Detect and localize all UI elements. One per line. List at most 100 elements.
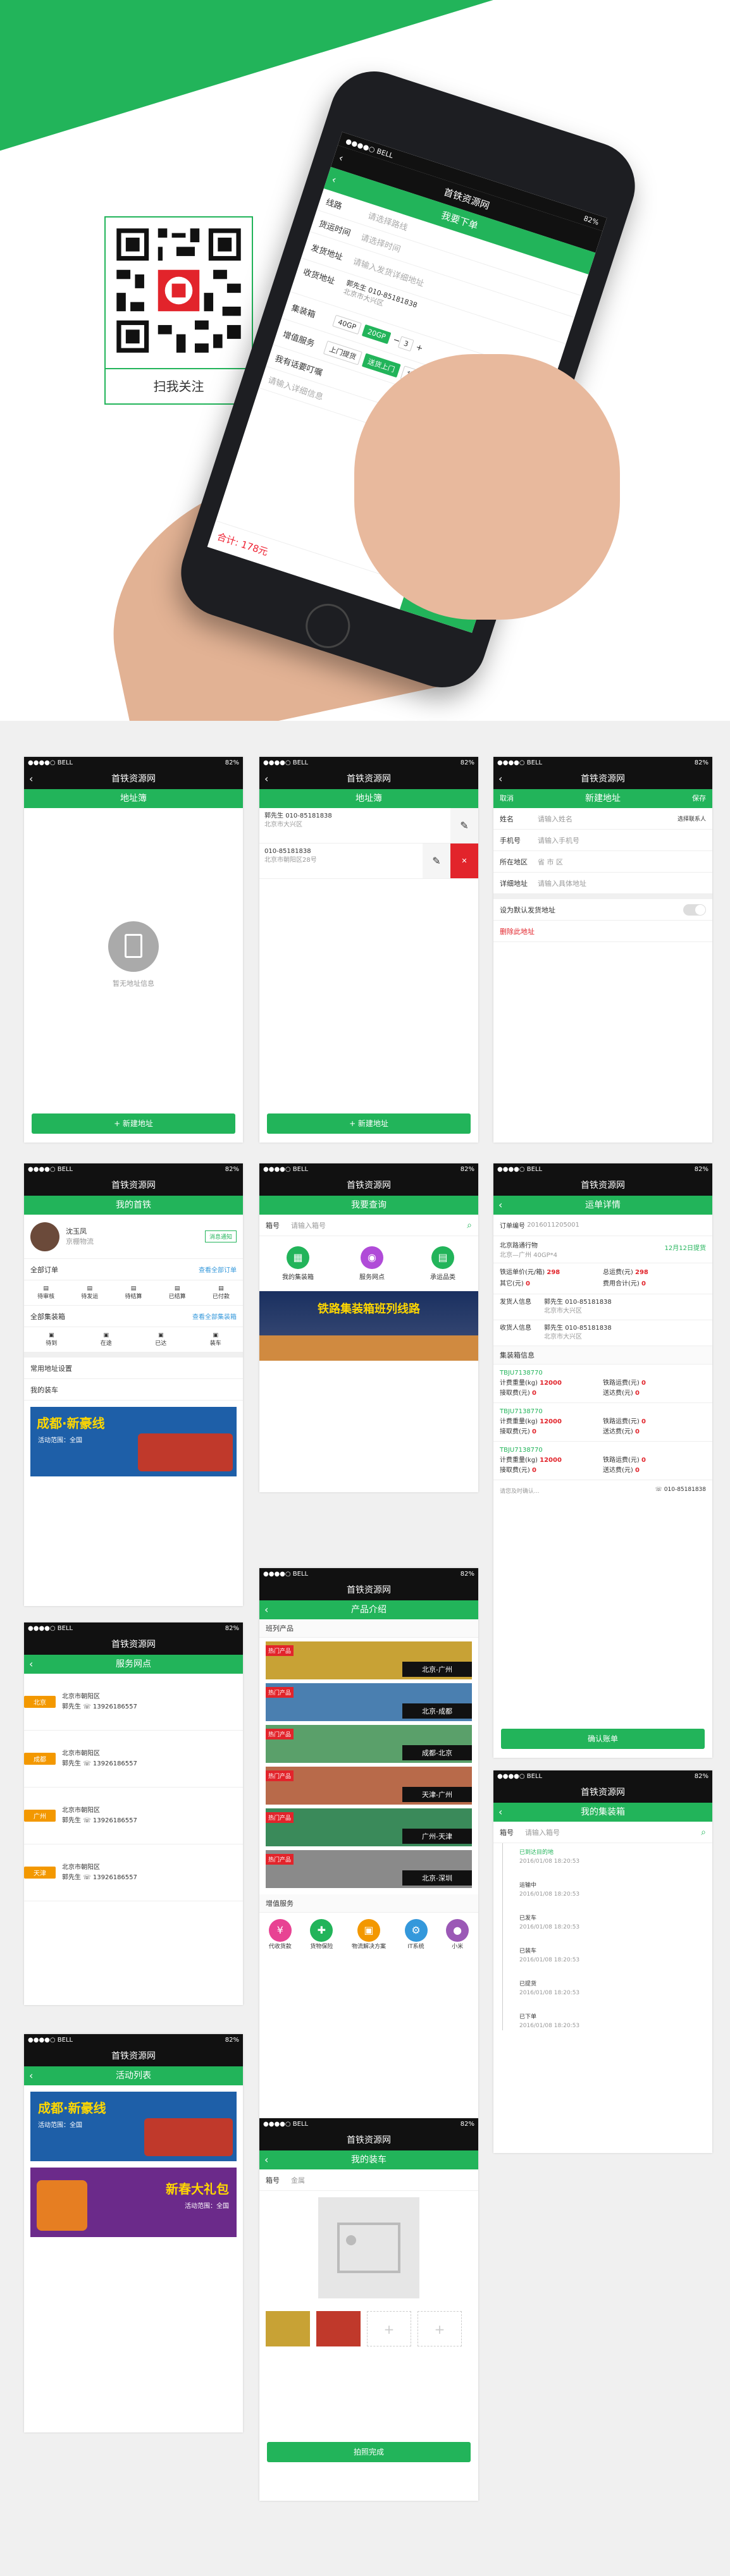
back-icon[interactable]: ‹ [29,769,33,789]
default-toggle-row: 设为默认发货地址 [493,899,712,921]
order-tab[interactable]: ▤ 待结算 [125,1285,142,1300]
my-box-tile[interactable]: ▦ 我的集装箱 [282,1246,314,1281]
menu-address[interactable]: 常用地址设置 [24,1358,243,1379]
all-boxes-link[interactable]: 查看全部集装箱 [192,1311,237,1321]
box-tab[interactable]: ▣ 待到 [46,1332,57,1347]
contact-picker[interactable]: 选择联系人 [677,814,706,823]
product-card[interactable]: 热门产品 成都-北京 [266,1725,472,1763]
back-icon[interactable]: ‹ [336,147,347,169]
new-address-button[interactable]: + 新建地址 [267,1113,471,1134]
box-no-input[interactable]: 箱号 金属 [259,2169,478,2191]
back-icon[interactable]: ‹ [29,1655,33,1674]
search-input[interactable]: 箱号 请输入箱号 ⌕ [493,1822,712,1843]
search-icon[interactable]: ⌕ [467,1220,472,1230]
phone-icon[interactable]: ☏ [83,1874,91,1881]
box-detail: TBJU7138770 计费重量(kg) 12000 铁路运费(元) 0 接取费… [493,1442,712,1480]
service-point-item[interactable]: 广州 北京市朝阳区 郭先生 ☏ 13926186557 [24,1788,243,1844]
qty-value[interactable]: 3 [398,336,414,352]
back-icon[interactable]: ‹ [498,1196,502,1215]
gift-icon [37,2180,87,2231]
service-tile[interactable]: ● 小米 [446,1919,469,1950]
service-tile[interactable]: ¥ 代收货款 [268,1919,292,1950]
route-banner[interactable]: 铁路集装箱班列线路 [259,1291,478,1361]
phone-field[interactable]: 手机号 请输入手机号 [493,830,712,851]
all-orders-link[interactable]: 查看全部订单 [199,1265,237,1274]
order-tab[interactable]: ▤ 已结算 [169,1285,186,1300]
service-option[interactable]: 上门提货 [323,340,363,365]
photo-done-button[interactable]: 拍照完成 [267,2442,471,2462]
confirm-bill-button[interactable]: 确认账单 [501,1729,705,1749]
promo-banner[interactable]: 成都·新豪线 活动范围：全国 [30,1407,237,1476]
photo-thumb[interactable] [266,2311,310,2346]
order-tab[interactable]: ▤ 待发运 [81,1285,98,1300]
box-option[interactable]: 40GP [332,314,362,335]
default-toggle[interactable] [683,904,706,916]
phone-icon[interactable]: ☏ [83,1703,91,1710]
product-card[interactable]: 热门产品 广州-天津 [266,1808,472,1846]
box-tab[interactable]: ▣ 在途 [101,1332,112,1347]
address-item[interactable]: 010-85181838 北京市朝阳区28号 ✎ ✕ [259,843,478,879]
phone-icon[interactable]: ☏ [83,1817,91,1824]
delete-icon[interactable]: ✕ [450,843,478,878]
edit-icon[interactable]: ✎ [423,843,450,878]
cancel-button[interactable]: 取消 [500,789,514,808]
search-icon[interactable]: ⌕ [701,1827,706,1837]
phone-icon[interactable]: ☏ [83,1760,91,1767]
product-card[interactable]: 热门产品 北京-成都 [266,1683,472,1721]
detail-field[interactable]: 详细地址 请输入具体地址 [493,873,712,894]
search-input[interactable]: 箱号 请输入箱号 ⌕ [259,1215,478,1236]
service-point-item[interactable]: 北京 北京市朝阳区 郭先生 ☏ 13926186557 [24,1674,243,1731]
product-card[interactable]: 热门产品 北京-广州 [266,1641,472,1679]
add-photo-icon[interactable]: + [367,2311,411,2346]
back-icon[interactable]: ‹ [264,1600,268,1619]
service-point-item[interactable]: 天津 北京市朝阳区 郭先生 ☏ 13926186557 [24,1844,243,1901]
status-bar: ●●●●○ BELL 82% [259,1163,478,1175]
page-header: 地址簿 [259,789,478,808]
box-tab[interactable]: ▣ 已达 [155,1332,166,1347]
edit-icon[interactable]: ✎ [450,808,478,843]
save-button[interactable]: 保存 [692,789,706,808]
service-point-tile[interactable]: ◉ 服务网点 [359,1246,385,1281]
notify-badge[interactable]: 消息通知 [204,1230,237,1242]
phone-icon[interactable]: ☏ 010-85181838 [655,1487,706,1495]
activity-banner[interactable]: 新春大礼包 活动范围：全国 [30,2168,237,2237]
menu-loading[interactable]: 我的装车 [24,1379,243,1401]
page-header: ‹ 我的装车 [259,2150,478,2169]
box-option[interactable]: 20GP [361,324,392,345]
app-title-bar: 首铁资源网 [259,1175,478,1196]
back-icon[interactable]: ‹ [498,769,502,789]
service-point-item[interactable]: 成都 北京市朝阳区 郭先生 ☏ 13926186557 [24,1731,243,1788]
section-title: 班列产品 [259,1619,478,1638]
region-field[interactable]: 所在地区省 市 区 [493,851,712,873]
back-icon[interactable]: ‹ [29,2066,33,2085]
product-card[interactable]: 热门产品 北京-深圳 [266,1850,472,1888]
category-tile[interactable]: ▤ 承运品类 [430,1246,455,1281]
service-tile[interactable]: ⚙ IT系统 [404,1919,428,1950]
service-option[interactable]: 送货上门 [361,352,401,377]
add-photo-icon[interactable]: + [418,2311,462,2346]
home-button[interactable] [300,598,356,654]
back-icon[interactable]: ‹ [264,2150,268,2169]
address-item[interactable]: 郭先生 010-85181838 北京市大兴区 ✎ [259,808,478,843]
app-title-bar: ‹ 首铁资源网 [24,769,243,789]
service-tile[interactable]: ▣ 物流解决方案 [352,1919,386,1950]
box-tab[interactable]: ▣ 装车 [210,1332,221,1347]
product-card[interactable]: 热门产品 天津-广州 [266,1767,472,1805]
order-tab[interactable]: ▤ 待审核 [37,1285,54,1300]
receiver-row: 收货人信息 郭先生 010-85181838 北京市大兴区 [493,1320,712,1346]
delete-address-button[interactable]: 删除此地址 [493,921,712,942]
box-icon: ▣ [213,1332,218,1339]
new-address-button[interactable]: + 新建地址 [32,1113,235,1134]
order-tab[interactable]: ▤ 已付款 [213,1285,230,1300]
profile-row[interactable]: 沈玉凤 京棚物流 消息通知 [24,1215,243,1259]
photo-thumb[interactable] [316,2311,361,2346]
qr-box[interactable]: 扫我关注 [104,216,253,405]
service-tile[interactable]: ✚ 货物保险 [310,1919,333,1950]
back-icon[interactable]: ‹ [498,1803,502,1822]
name-field[interactable]: 姓名 请输入姓名 选择联系人 [493,808,712,830]
activity-banner[interactable]: 成都·新豪线 活动范围：全国 [30,2092,237,2161]
qty-plus[interactable]: + [414,343,424,354]
route-row: 北京路通行物 北京—广州 40GP*4 12月12日提货 [493,1236,712,1263]
back-icon[interactable]: ‹ [264,769,268,789]
back-icon[interactable]: ‹ [328,168,339,191]
